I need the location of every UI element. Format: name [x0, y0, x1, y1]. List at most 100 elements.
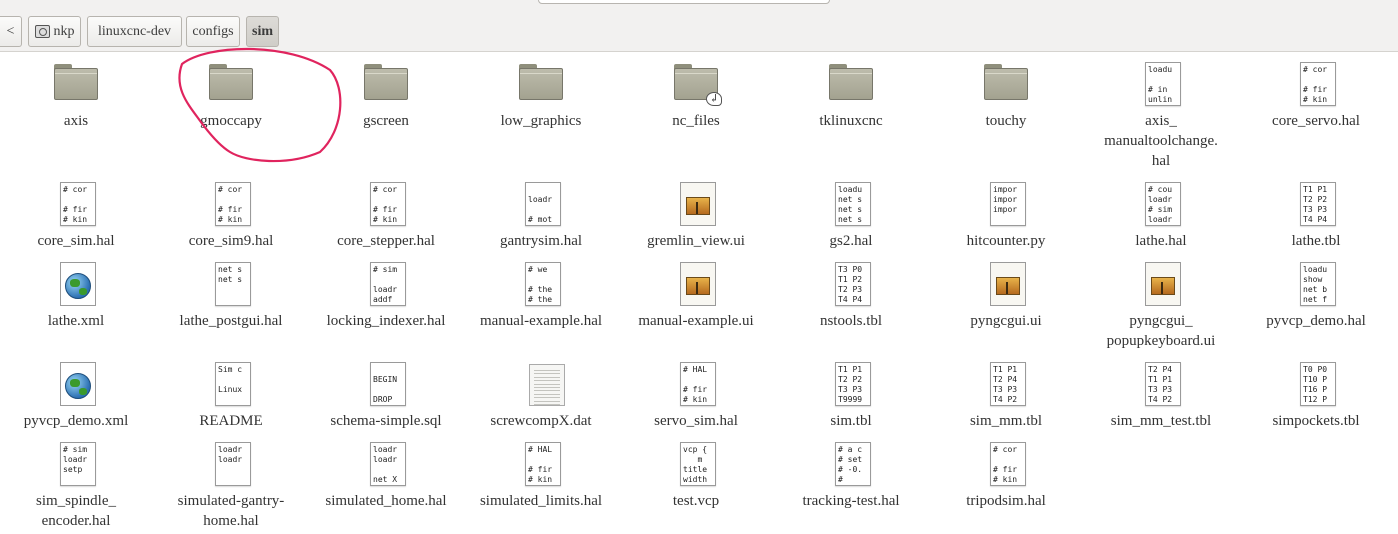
breadcrumb-linuxcnc-dev[interactable]: linuxcnc-dev — [87, 16, 182, 47]
file-item-sim-mm-tbl[interactable]: T1 P1 T2 P4 T3 P3 T4 P2 sim_mm.tbl — [930, 360, 1082, 431]
file-item-axis-manualtoolchange-hal[interactable]: loadu # in unlin axis_ manualtoolchange. … — [1085, 60, 1237, 171]
text-file-icon: # a c # set # -0. # — [827, 440, 875, 488]
file-name-label: manual-example.hal — [479, 313, 603, 329]
file-preview-text: # sim loadr addf — [373, 265, 398, 304]
file-item-lathe-xml[interactable]: lathe.xml — [0, 260, 152, 331]
file-name-label: sim.tbl — [830, 413, 872, 429]
file-item-servo-sim-hal[interactable]: # HAL # fir # kin servo_sim.hal — [620, 360, 772, 431]
text-file-icon: # cor # fir # kin — [207, 180, 255, 228]
file-item-sim-tbl[interactable]: T1 P1 T2 P2 T3 P3 T9999 sim.tbl — [775, 360, 927, 431]
file-preview-text: # cor # fir # kin — [373, 185, 398, 224]
file-name-label: servo_sim.hal — [654, 413, 738, 429]
file-name-label: sim_mm.tbl — [969, 413, 1043, 429]
file-item-hitcounter-py[interactable]: impor impor impor hitcounter.py — [930, 180, 1082, 251]
file-item-core-stepper-hal[interactable]: # cor # fir # kin core_stepper.hal — [310, 180, 462, 251]
breadcrumb-label: nkp — [53, 23, 75, 39]
search-field[interactable] — [538, 0, 830, 4]
file-name-label: pyngcgui_ popupkeyboard.ui — [1106, 313, 1216, 349]
file-item-simpockets-tbl[interactable]: T0 P0 T10 P T16 P T12 P simpockets.tbl — [1240, 360, 1392, 431]
file-item-schema-simple-sql[interactable]: BEGIN DROP schema-simple.sql — [310, 360, 462, 431]
file-name-label: pyvcp_demo.hal — [1266, 313, 1366, 329]
file-item-gremlin-view-ui[interactable]: gremlin_view.ui — [620, 180, 772, 251]
text-file-icon: T0 P0 T10 P T16 P T12 P — [1292, 360, 1340, 408]
ui-image-file-icon — [982, 260, 1030, 308]
file-item-pyngcgui-popupkeyboard-ui[interactable]: pyngcgui_ popupkeyboard.ui — [1085, 260, 1237, 351]
breadcrumb-sim[interactable]: sim — [246, 16, 279, 47]
file-name-label: axis_ manualtoolchange. hal — [1104, 113, 1218, 169]
file-item-axis[interactable]: axis — [0, 60, 152, 131]
file-name-label: hitcounter.py — [966, 233, 1046, 249]
file-item-gmoccapy[interactable]: gmoccapy — [155, 60, 307, 131]
text-file-icon: T1 P1 T2 P4 T3 P3 T4 P2 — [982, 360, 1030, 408]
file-item-screwcompx-dat[interactable]: screwcompX.dat — [465, 360, 617, 431]
file-item-pyngcgui-ui[interactable]: pyngcgui.ui — [930, 260, 1082, 331]
file-name-label: core_servo.hal — [1272, 113, 1360, 129]
file-item-touchy[interactable]: touchy — [930, 60, 1082, 131]
file-name-label: simulated_limits.hal — [479, 493, 603, 509]
file-item-low-graphics[interactable]: low_graphics — [465, 60, 617, 131]
file-name-label: screwcompX.dat — [490, 413, 592, 429]
file-preview-text: loadr loadr net X — [373, 445, 398, 484]
file-preview-text: T0 P0 T10 P T16 P T12 P — [1303, 365, 1328, 404]
file-item-pyvcp-demo-hal[interactable]: loadu show net b net f pyvcp_demo.hal — [1240, 260, 1392, 331]
folder-icon — [52, 60, 100, 108]
text-file-icon: # sim loadr setp — [52, 440, 100, 488]
location-toolbar: < nkp linuxcnc-dev configs sim — [0, 0, 1398, 52]
symlink-arrow-icon: ↲ — [706, 92, 722, 106]
text-file-icon: loadu net s net s net s — [827, 180, 875, 228]
file-item-tklinuxcnc[interactable]: tklinuxcnc — [775, 60, 927, 131]
file-name-label: gantrysim.hal — [499, 233, 583, 249]
text-file-icon: # cor # fir # kin — [982, 440, 1030, 488]
text-file-icon: loadu # in unlin — [1137, 60, 1185, 108]
file-preview-text: # cor # fir # kin — [63, 185, 88, 224]
file-name-label: tklinuxcnc — [819, 113, 883, 129]
back-button[interactable]: < — [0, 16, 22, 47]
file-item-simulated-limits-hal[interactable]: # HAL # fir # kin simulated_limits.hal — [465, 440, 617, 511]
file-name-label: schema-simple.sql — [330, 413, 442, 429]
file-preview-text: T1 P1 T2 P4 T3 P3 T4 P2 — [993, 365, 1018, 404]
folder-icon — [207, 60, 255, 108]
home-folder-icon — [34, 25, 50, 38]
file-item-tracking-test-hal[interactable]: # a c # set # -0. # tracking-test.hal — [775, 440, 927, 511]
breadcrumb-configs[interactable]: configs — [186, 16, 240, 47]
file-item-test-vcp[interactable]: vcp { m title width test.vcp — [620, 440, 772, 511]
text-file-icon: T1 P1 T2 P2 T3 P3 T4 P4 — [1292, 180, 1340, 228]
file-name-label: gs2.hal — [829, 233, 873, 249]
text-file-icon: loadu show net b net f — [1292, 260, 1340, 308]
file-preview-text: # sim loadr setp — [63, 445, 88, 474]
file-item-gs2-hal[interactable]: loadu net s net s net s gs2.hal — [775, 180, 927, 251]
file-item-pyvcp-demo-xml[interactable]: pyvcp_demo.xml — [0, 360, 152, 431]
file-name-label: README — [199, 413, 263, 429]
file-name-label: sim_mm_test.tbl — [1110, 413, 1212, 429]
text-file-icon: loadr # mot — [517, 180, 565, 228]
file-item-lathe-tbl[interactable]: T1 P1 T2 P2 T3 P3 T4 P4 lathe.tbl — [1240, 180, 1392, 251]
file-item-tripodsim-hal[interactable]: # cor # fir # kin tripodsim.hal — [930, 440, 1082, 511]
file-item-core-sim9-hal[interactable]: # cor # fir # kin core_sim9.hal — [155, 180, 307, 251]
file-preview-text: # cor # fir # kin — [993, 445, 1018, 484]
file-name-label: axis — [63, 113, 89, 129]
file-item-nc-files[interactable]: ↲ nc_files — [620, 60, 772, 131]
file-item-locking-indexer-hal[interactable]: # sim loadr addf locking_indexer.hal — [310, 260, 462, 331]
file-item-simulated-home-hal[interactable]: loadr loadr net X simulated_home.hal — [310, 440, 462, 511]
breadcrumb-nkp[interactable]: nkp — [28, 16, 81, 47]
file-item-simulated-gantry-home-hal[interactable]: loadr loadr simulated-gantry- home.hal — [155, 440, 307, 531]
file-item-sim-mm-test-tbl[interactable]: T2 P4 T1 P1 T3 P3 T4 P2 sim_mm_test.tbl — [1085, 360, 1237, 431]
file-item-core-servo-hal[interactable]: # cor # fir # kin core_servo.hal — [1240, 60, 1392, 131]
file-preview-text: T1 P1 T2 P2 T3 P3 T9999 — [838, 365, 863, 404]
file-item-manual-example-hal[interactable]: # we # the # the manual-example.hal — [465, 260, 617, 331]
file-preview-text: impor impor impor — [993, 185, 1018, 214]
xml-globe-file-icon — [52, 360, 100, 408]
text-file-icon: # sim loadr addf — [362, 260, 410, 308]
file-name-label: locking_indexer.hal — [326, 313, 446, 329]
file-item-nstools-tbl[interactable]: T3 P0 T1 P2 T2 P3 T4 P4 nstools.tbl — [775, 260, 927, 331]
back-arrow-icon: < — [6, 23, 15, 39]
file-item-lathe-postgui-hal[interactable]: net s net s lathe_postgui.hal — [155, 260, 307, 331]
file-item-gscreen[interactable]: gscreen — [310, 60, 462, 131]
file-name-label: simulated_home.hal — [325, 493, 447, 509]
file-item-sim-spindle-encoder-hal[interactable]: # sim loadr setp sim_spindle_ encoder.hal — [0, 440, 152, 531]
file-item-manual-example-ui[interactable]: manual-example.ui — [620, 260, 772, 331]
file-item-lathe-hal[interactable]: # cou loadr # sim loadr lathe.hal — [1085, 180, 1237, 251]
file-item-core-sim-hal[interactable]: # cor # fir # kin core_sim.hal — [0, 180, 152, 251]
file-item-gantrysim-hal[interactable]: loadr # mot gantrysim.hal — [465, 180, 617, 251]
file-item-readme[interactable]: Sim c Linux README — [155, 360, 307, 431]
